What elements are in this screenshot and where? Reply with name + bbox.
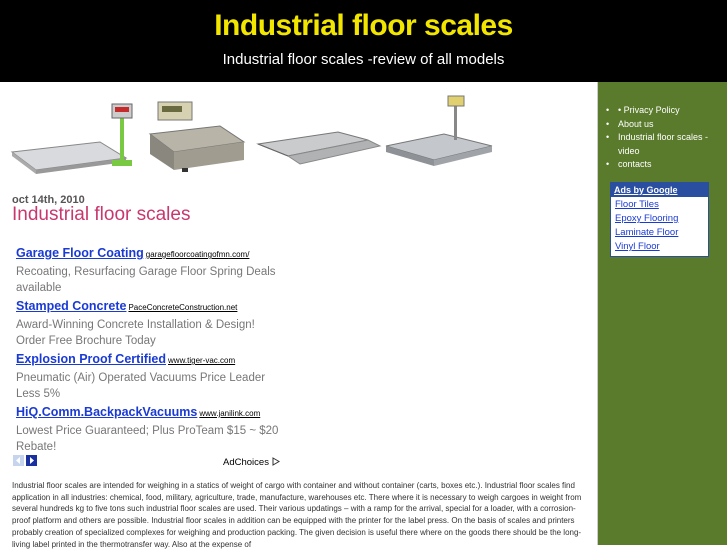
main-content: oct 14th, 2010 Industrial floor scales G…	[0, 82, 598, 549]
ad-unit-4: HiQ.Comm.BackpackVacuums www.janilink.com…	[16, 403, 286, 455]
menu-item-video[interactable]: Industrial floor scales -video	[606, 131, 724, 158]
ad-title-link[interactable]: Explosion Proof Certified	[16, 352, 166, 366]
scale-image-4[interactable]	[385, 95, 493, 166]
sidebar-menu: • Privacy Policy About us Industrial flo…	[606, 104, 724, 172]
ad-description: Recoating, Resurfacing Garage Floor Spri…	[16, 266, 276, 294]
adchoices-label: AdChoices	[223, 457, 269, 468]
article-body: Industrial floor scales are intended for…	[12, 481, 582, 549]
ad-description: Award-Winning Concrete Installation & De…	[16, 319, 255, 347]
ad-description: Lowest Price Guaranteed; Plus ProTeam $1…	[16, 425, 279, 453]
product-gallery	[10, 95, 493, 174]
scale-image-1[interactable]	[10, 103, 133, 174]
ads-by-google-label[interactable]: Ads by Google	[611, 183, 708, 197]
prev-arrow-icon[interactable]	[13, 455, 24, 466]
next-arrow-icon[interactable]	[26, 455, 37, 466]
ad-url-link[interactable]: garagefloorcoatingofmn.com/	[146, 250, 250, 259]
ad-unit-3: Explosion Proof Certified www.tiger-vac.c…	[16, 350, 286, 402]
ad-link-vinyl-floor[interactable]: Vinyl Floor	[611, 239, 708, 256]
ad-description: Pneumatic (Air) Operated Vacuums Price L…	[16, 372, 266, 400]
adchoices-icon	[272, 457, 280, 466]
ad-url-link[interactable]: PaceConcreteConstruction.net	[128, 303, 237, 312]
menu-item-about-us[interactable]: About us	[606, 118, 724, 132]
menu-item-privacy-policy[interactable]: • Privacy Policy	[606, 104, 724, 118]
post-title[interactable]: Industrial floor scales	[12, 204, 190, 226]
ad-unit-1: Garage Floor Coating garagefloorcoatingof…	[16, 244, 286, 296]
ad-title-link[interactable]: Garage Floor Coating	[16, 246, 144, 260]
scale-image-3[interactable]	[256, 131, 382, 165]
ad-navigation	[13, 455, 39, 473]
ad-title-link[interactable]: HiQ.Comm.BackpackVacuums	[16, 405, 197, 419]
ad-title-link[interactable]: Stamped Concrete	[16, 299, 126, 313]
ad-link-floor-tiles[interactable]: Floor Tiles	[611, 197, 708, 211]
ad-url-link[interactable]: www.janilink.com	[199, 409, 260, 418]
site-title[interactable]: Industrial floor scales	[0, 9, 727, 43]
ad-link-laminate-floor[interactable]: Laminate Floor	[611, 225, 708, 239]
site-header: Industrial floor scales Industrial floor…	[0, 0, 727, 82]
ad-url-link[interactable]: www.tiger-vac.com	[168, 356, 235, 365]
site-subtitle: Industrial floor scales -review of all m…	[222, 51, 505, 68]
google-ads-box: Ads by Google Floor Tiles Epoxy Flooring…	[610, 182, 709, 257]
ad-link-epoxy-flooring[interactable]: Epoxy Flooring	[611, 211, 708, 225]
ad-unit-2: Stamped Concrete PaceConcreteConstruction…	[16, 297, 286, 349]
adchoices-link[interactable]: AdChoices	[223, 457, 280, 468]
menu-item-contacts[interactable]: contacts	[606, 158, 724, 172]
scale-image-2[interactable]	[148, 101, 246, 172]
